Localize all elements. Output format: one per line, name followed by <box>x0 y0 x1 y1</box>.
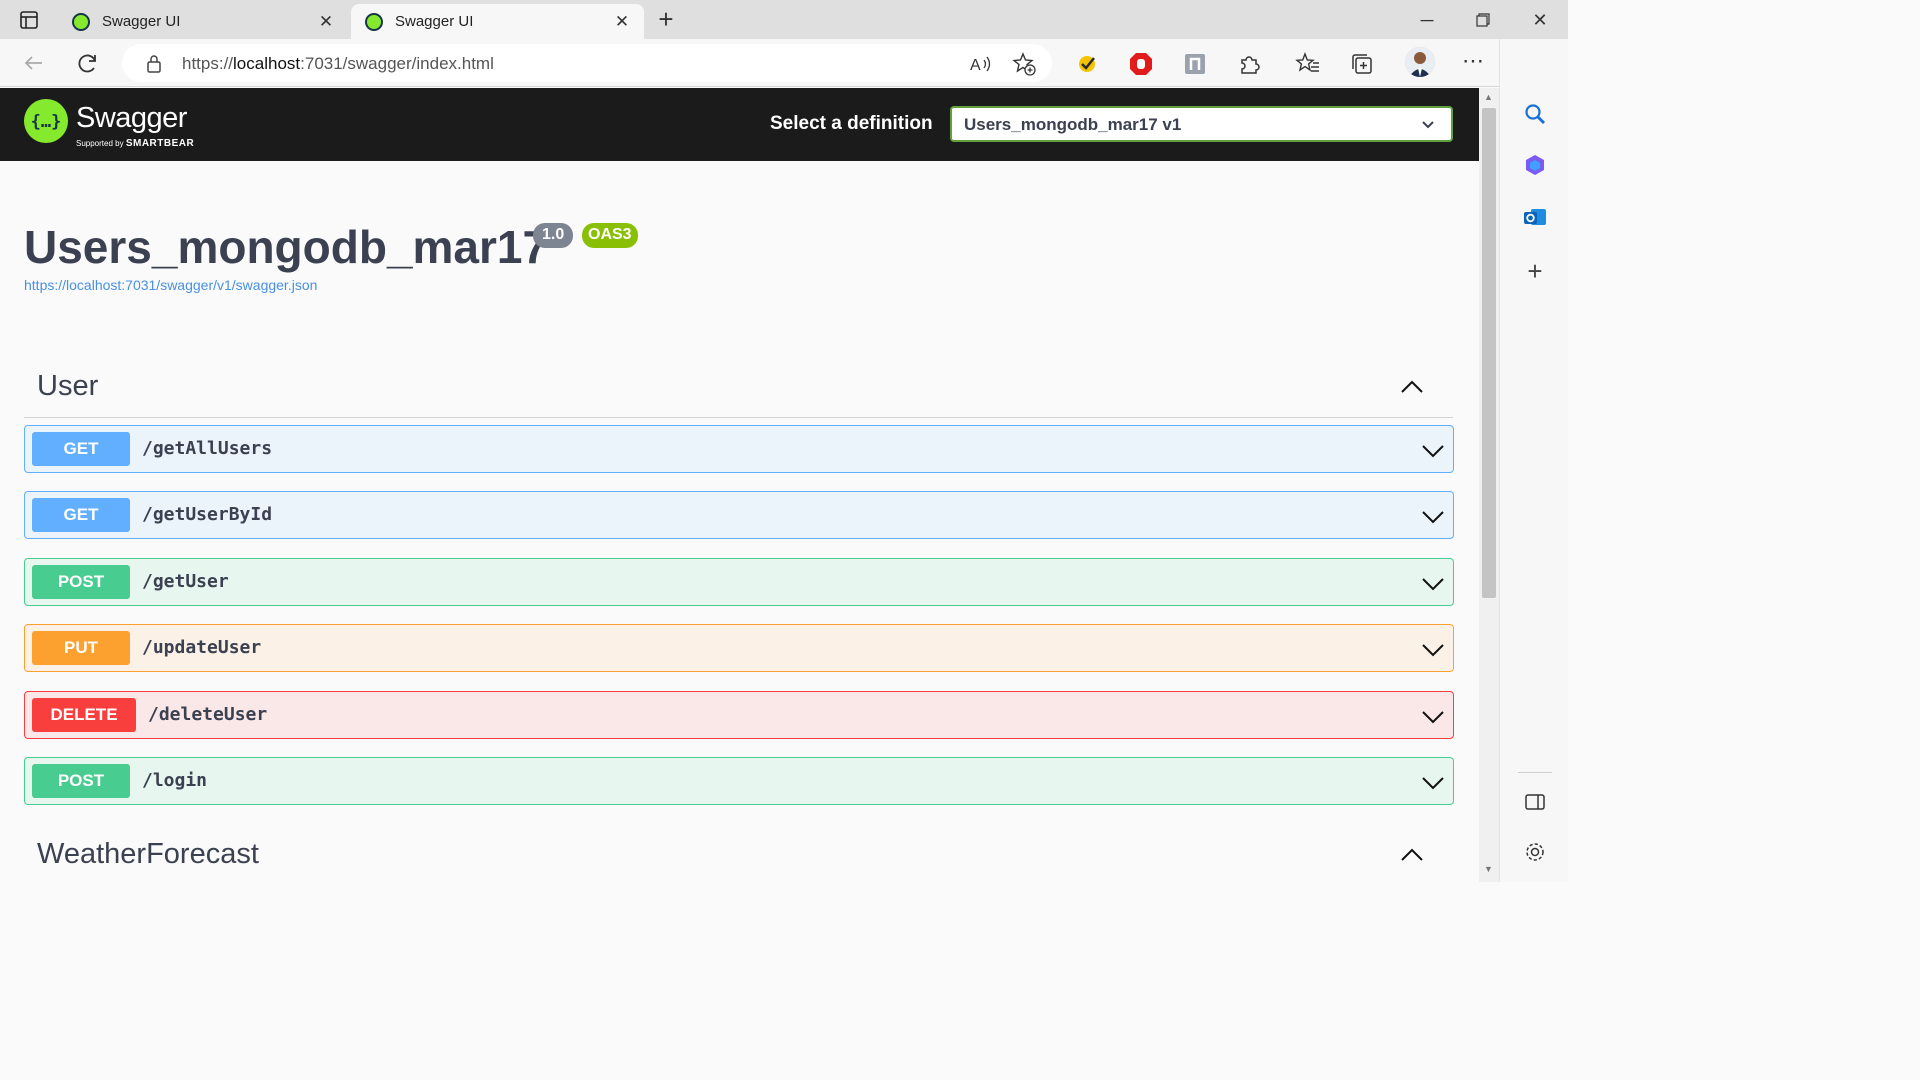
office-icon[interactable] <box>1522 152 1548 178</box>
version-badge: 1.0 <box>533 223 574 248</box>
definition-label: Select a definition <box>770 113 933 134</box>
edge-sidebar: + <box>1499 39 1568 882</box>
read-aloud-icon[interactable]: A <box>968 52 992 76</box>
outlook-icon[interactable] <box>1522 204 1548 230</box>
operation-path: /login <box>142 770 208 791</box>
chevron-down-icon <box>1421 117 1435 137</box>
operation-path: /getUserById <box>142 504 273 525</box>
page-scrollbar[interactable]: ▲ ▼ <box>1479 88 1499 882</box>
add-icon[interactable]: + <box>1522 258 1548 286</box>
minimize-icon[interactable]: ─ <box>1413 6 1441 34</box>
api-title: Users_mongodb_mar17 <box>24 221 549 273</box>
browser-tab-bar: Swagger UI ✕ Swagger UI ✕ + ─ ✕ <box>0 0 1568 39</box>
search-icon[interactable] <box>1522 101 1548 127</box>
operation-path: /getUser <box>142 571 229 592</box>
chevron-down-icon[interactable] <box>1421 572 1445 601</box>
swagger-favicon-icon <box>365 12 383 31</box>
svg-text:{…}: {…} <box>31 112 62 132</box>
definition-selected-value: Users_mongodb_mar17 v1 <box>964 115 1182 134</box>
operation-login[interactable]: POST /login <box>24 757 1454 805</box>
tab-actions-icon[interactable] <box>14 9 44 31</box>
refresh-icon[interactable] <box>74 49 102 77</box>
section-header-user[interactable]: User <box>24 360 1453 418</box>
sidebar-toggle-icon[interactable] <box>1522 789 1548 815</box>
close-tab-icon[interactable]: ✕ <box>612 12 632 32</box>
method-badge: DELETE <box>32 698 136 732</box>
method-badge: GET <box>32 432 130 466</box>
swagger-logo-icon[interactable]: {…} <box>24 99 68 143</box>
more-menu-icon[interactable]: ⋯ <box>1462 50 1488 76</box>
operation-getUser[interactable]: POST /getUser <box>24 558 1454 606</box>
close-window-icon[interactable]: ✕ <box>1526 6 1554 34</box>
operation-getUserById[interactable]: GET /getUserById <box>24 491 1454 539</box>
browser-toolbar: https://localhost:7031/swagger/index.htm… <box>0 39 1568 87</box>
spec-json-link[interactable]: https://localhost:7031/swagger/v1/swagge… <box>24 277 317 293</box>
scroll-down-icon[interactable]: ▼ <box>1484 864 1493 874</box>
settings-gear-icon[interactable] <box>1522 839 1548 865</box>
chevron-down-icon[interactable] <box>1421 705 1445 734</box>
lock-icon[interactable] <box>146 54 162 78</box>
extensions-icon[interactable] <box>1236 51 1262 77</box>
section-title: User <box>37 370 99 402</box>
browser-tab-2[interactable]: Swagger UI ✕ <box>351 4 644 39</box>
tick-extension-icon[interactable] <box>1074 51 1100 77</box>
swagger-supported-by: Supported by SMARTBEAR <box>76 138 195 149</box>
chevron-up-icon[interactable] <box>1399 842 1425 873</box>
n-extension-icon[interactable] <box>1182 51 1208 77</box>
sidebar-divider <box>1518 772 1552 773</box>
method-badge: GET <box>32 498 130 532</box>
url-text[interactable]: https://localhost:7031/swagger/index.htm… <box>182 54 494 74</box>
address-bar[interactable]: https://localhost:7031/swagger/index.htm… <box>122 44 1052 82</box>
operation-path: /updateUser <box>142 637 262 658</box>
method-badge: POST <box>32 764 130 798</box>
scrollbar-thumb[interactable] <box>1482 108 1496 598</box>
swagger-favicon-icon <box>72 12 90 31</box>
operation-updateUser[interactable]: PUT /updateUser <box>24 624 1454 672</box>
section-header-weatherforecast[interactable]: WeatherForecast <box>24 828 1453 886</box>
method-badge: PUT <box>32 631 130 665</box>
tab-title: Swagger UI <box>395 13 474 30</box>
chevron-down-icon[interactable] <box>1421 505 1445 534</box>
restore-icon[interactable] <box>1469 6 1497 34</box>
collections-icon[interactable] <box>1349 51 1375 77</box>
favorites-icon[interactable] <box>1295 51 1321 77</box>
oas-badge: OAS3 <box>582 223 638 248</box>
operation-deleteUser[interactable]: DELETE /deleteUser <box>24 691 1454 739</box>
scroll-up-icon[interactable]: ▲ <box>1484 92 1493 102</box>
swagger-topbar: {…} Swagger Supported by SMARTBEAR Selec… <box>0 88 1479 161</box>
operation-getAllUsers[interactable]: GET /getAllUsers <box>24 425 1454 473</box>
chevron-down-icon[interactable] <box>1421 771 1445 800</box>
operation-path: /getAllUsers <box>142 438 273 459</box>
new-tab-icon[interactable]: + <box>652 6 680 34</box>
method-badge: POST <box>32 565 130 599</box>
section-title: WeatherForecast <box>37 838 259 870</box>
operation-path: /deleteUser <box>148 704 268 725</box>
browser-tab-1[interactable]: Swagger UI ✕ <box>58 4 348 39</box>
chevron-down-icon[interactable] <box>1421 638 1445 667</box>
back-icon[interactable] <box>20 49 48 77</box>
close-tab-icon[interactable]: ✕ <box>316 12 336 32</box>
chevron-down-icon[interactable] <box>1421 439 1445 468</box>
svg-text:A: A <box>970 57 981 74</box>
profile-avatar[interactable] <box>1405 47 1435 77</box>
definition-select[interactable]: Users_mongodb_mar17 v1 <box>950 106 1453 142</box>
add-favorite-icon[interactable] <box>1012 52 1036 76</box>
swagger-brand[interactable]: Swagger <box>76 102 187 135</box>
chevron-up-icon[interactable] <box>1399 374 1425 405</box>
tab-title: Swagger UI <box>102 13 181 30</box>
adblock-extension-icon[interactable] <box>1128 51 1154 77</box>
